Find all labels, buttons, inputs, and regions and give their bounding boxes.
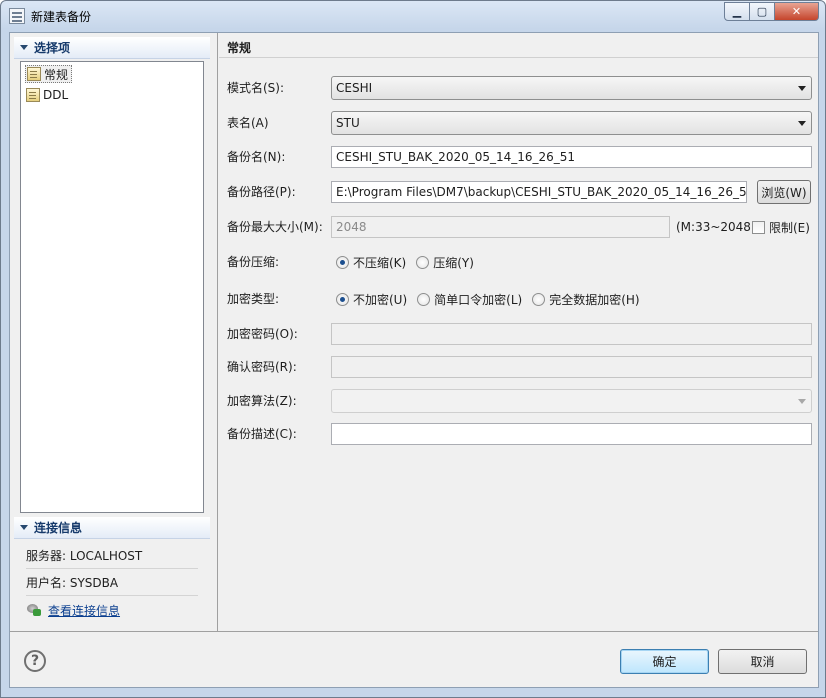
options-list: 常规 DDL	[20, 61, 204, 513]
max-size-input[interactable]: 2048	[331, 216, 670, 238]
maximize-button[interactable]: ▢	[750, 2, 775, 21]
compress-label: 备份压缩:	[227, 255, 280, 269]
limit-checkbox[interactable]: 限制(E)	[752, 216, 810, 238]
radio-label: 压缩(Y)	[433, 255, 474, 270]
confirm-password-input[interactable]	[331, 356, 812, 378]
no-compress-radio[interactable]: 不压缩(K)	[336, 254, 406, 271]
title-separator	[219, 57, 818, 58]
nav-item-label: DDL	[43, 88, 69, 102]
dialog-footer: ? 确定 取消	[10, 631, 818, 687]
radio-circle	[417, 292, 431, 306]
encrypt-type-label: 加密类型:	[227, 292, 280, 306]
collapse-triangle-icon	[20, 525, 28, 530]
radio-circle	[532, 292, 546, 306]
nav-item-label: 常规	[44, 67, 69, 82]
table-backup-icon	[9, 8, 25, 24]
simple-encrypt-radio[interactable]: 简单口令加密(L)	[417, 291, 522, 308]
dropdown-arrow-icon	[798, 399, 806, 404]
title-bar[interactable]: 新建表备份 ▁ ▢ ✕	[1, 1, 825, 31]
description-label: 备份描述(C):	[227, 427, 297, 441]
limit-label: 限制(E)	[769, 220, 810, 235]
radio-label: 简单口令加密(L)	[434, 292, 523, 307]
table-label: 表名(A)	[227, 116, 269, 130]
backup-path-input[interactable]: E:\Program Files\DM7\backup\CESHI_STU_BA…	[331, 181, 747, 203]
max-size-label: 备份最大大小(M):	[227, 220, 323, 234]
schema-select[interactable]: CESHI	[331, 76, 812, 100]
radio-label: 不加密(U)	[353, 292, 408, 307]
table-value: STU	[336, 116, 360, 130]
nav-item-ddl[interactable]: DDL	[25, 86, 71, 104]
nav-item-general[interactable]: 常规	[25, 65, 73, 83]
encrypt-algorithm-select[interactable]	[331, 389, 812, 413]
ok-button[interactable]: 确定	[620, 649, 709, 674]
radio-circle	[336, 255, 349, 269]
connection-info-icon	[26, 603, 42, 617]
dropdown-arrow-icon	[798, 86, 806, 91]
page-icon	[26, 88, 40, 102]
connection-header-label: 连接信息	[34, 521, 83, 535]
minimize-button[interactable]: ▁	[724, 2, 750, 21]
dialog-window: 新建表备份 ▁ ▢ ✕ 选择项 常规 DDL 连接信息 服务器: LOCALHO…	[0, 0, 826, 698]
dialog-client-area: 选择项 常规 DDL 连接信息 服务器: LOCALHOST 用户名: SYSD…	[9, 32, 819, 688]
general-panel: 常规 模式名(S): CESHI 表名(A) STU 备份名(N): CESHI…	[219, 33, 818, 631]
full-encrypt-radio[interactable]: 完全数据加密(H)	[532, 291, 640, 308]
view-connection-row: 查看连接信息	[26, 597, 198, 623]
collapse-triangle-icon	[20, 45, 28, 50]
minimize-icon: ▁	[732, 5, 742, 18]
compress-radio[interactable]: 压缩(Y)	[416, 254, 474, 271]
radio-circle	[336, 292, 349, 306]
window-title: 新建表备份	[31, 10, 92, 24]
server-text: 服务器: LOCALHOST	[26, 549, 143, 563]
page-icon	[27, 67, 41, 81]
radio-label: 完全数据加密(H)	[549, 292, 640, 307]
backup-name-label: 备份名(N):	[227, 150, 286, 164]
encrypt-password-input[interactable]	[331, 323, 812, 345]
left-panel: 选择项 常规 DDL 连接信息 服务器: LOCALHOST 用户名: SYSD…	[10, 33, 218, 631]
window-controls: ▁ ▢ ✕	[724, 2, 819, 21]
compress-radio-group: 不压缩(K) 压缩(Y)	[336, 251, 484, 273]
options-section-header[interactable]: 选择项	[14, 37, 210, 59]
maximize-icon: ▢	[756, 5, 768, 18]
table-select[interactable]: STU	[331, 111, 812, 135]
confirm-password-label: 确认密码(R):	[227, 360, 297, 374]
radio-circle	[416, 255, 430, 269]
encrypt-password-label: 加密密码(O):	[227, 327, 298, 341]
checkbox-box	[752, 220, 765, 234]
description-input[interactable]	[331, 423, 812, 445]
backup-name-input[interactable]: CESHI_STU_BAK_2020_05_14_16_26_51	[331, 146, 812, 168]
user-text: 用户名: SYSDBA	[26, 576, 119, 590]
encrypt-algorithm-label: 加密算法(Z):	[227, 394, 297, 408]
schema-label: 模式名(S):	[227, 81, 285, 95]
cancel-button[interactable]: 取消	[718, 649, 807, 674]
server-info: 服务器: LOCALHOST	[26, 543, 198, 569]
options-header-label: 选择项	[34, 41, 71, 55]
radio-label: 不压缩(K)	[353, 255, 407, 270]
close-button[interactable]: ✕	[775, 2, 819, 21]
backup-path-label: 备份路径(P):	[227, 185, 296, 199]
schema-value: CESHI	[336, 81, 373, 95]
max-size-range: (M:33~2048)	[676, 220, 756, 234]
page-title: 常规	[227, 41, 252, 55]
encrypt-radio-group: 不加密(U) 简单口令加密(L) 完全数据加密(H)	[336, 288, 650, 310]
dropdown-arrow-icon	[798, 121, 806, 126]
no-encrypt-radio[interactable]: 不加密(U)	[336, 291, 407, 308]
close-icon: ✕	[791, 5, 802, 18]
connection-section-header[interactable]: 连接信息	[14, 517, 210, 539]
view-connection-link[interactable]: 查看连接信息	[48, 602, 120, 619]
user-info: 用户名: SYSDBA	[26, 570, 198, 596]
browse-button[interactable]: 浏览(W)	[757, 180, 811, 204]
help-icon[interactable]: ?	[24, 650, 46, 672]
